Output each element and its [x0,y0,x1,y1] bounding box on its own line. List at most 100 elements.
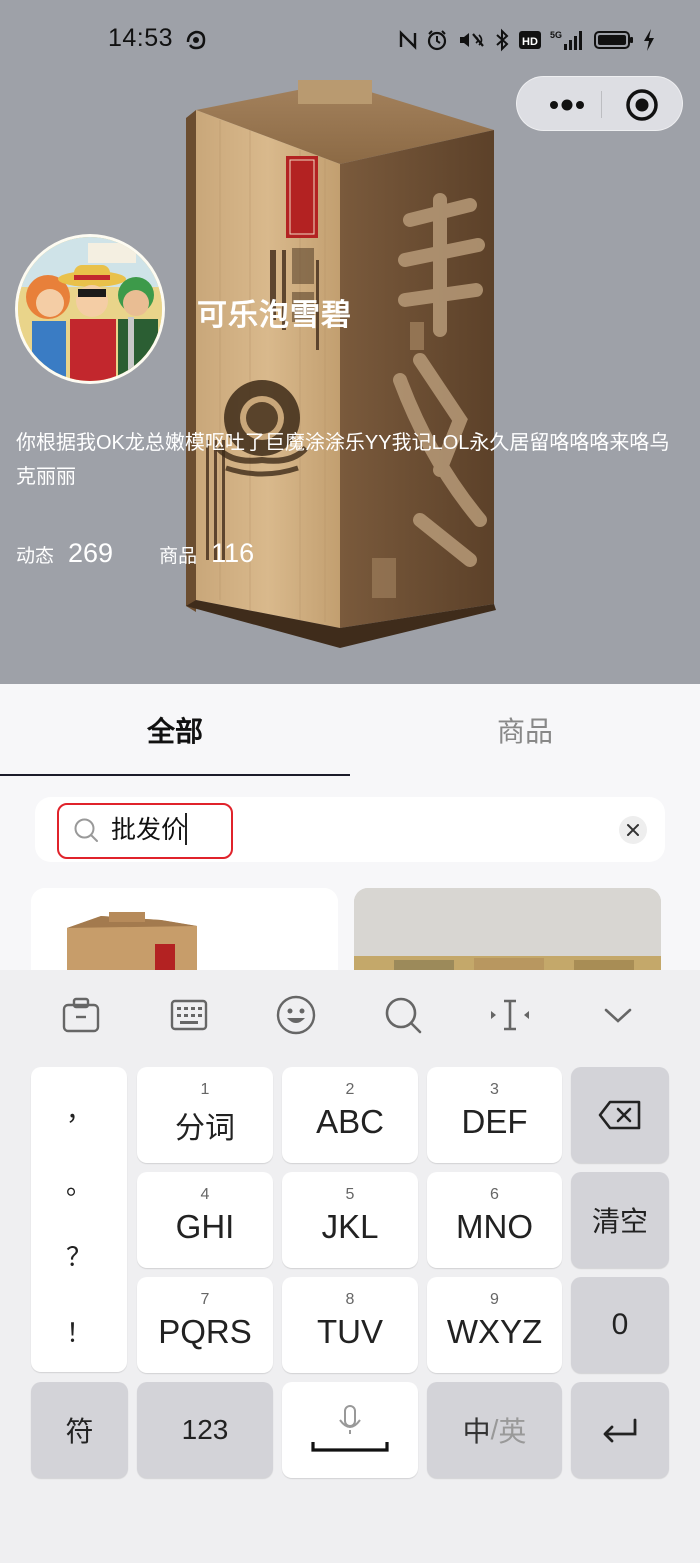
punct-key-exclaim[interactable]: ！ [31,1313,127,1350]
emoji-button[interactable] [273,992,319,1038]
more-button[interactable] [541,77,593,132]
product-card[interactable] [31,888,338,970]
text-cursor [185,813,187,845]
key-label: JKL [321,1208,379,1245]
clear-search-button[interactable] [619,816,647,844]
key-1[interactable]: 1 分词 [137,1067,273,1163]
key-5[interactable]: 5 JKL [282,1172,418,1268]
key-6[interactable]: 6 MNO [427,1172,562,1268]
key-0[interactable]: 0 [571,1277,669,1373]
space-key[interactable] [282,1382,418,1478]
search-bar: 批发价 [35,797,665,862]
keyboard-switch-button[interactable] [166,992,212,1038]
more-dots-icon [550,99,584,110]
close-button[interactable] [625,88,659,122]
key-label: DEF [461,1103,528,1140]
key-7[interactable]: 7 PQRS [137,1277,273,1373]
keyboard-icon [170,999,208,1031]
collapse-icon [604,1008,632,1023]
backspace-key-inner [571,1067,669,1163]
key-number: 2 [345,1081,355,1098]
search-icon [385,997,422,1034]
target-circle-icon [626,89,658,121]
status-icons: HD 5G [398,26,656,54]
zero-key-label: 0 [611,1308,629,1341]
tab-products[interactable]: 商品 [350,684,700,776]
keyboard-search-button[interactable] [380,992,426,1038]
avatar-image [18,237,162,381]
symbols-key[interactable]: 符 [31,1382,128,1478]
collapse-keyboard-button[interactable] [595,992,641,1038]
punct-key-period[interactable]: 。 [31,1165,127,1202]
search-input[interactable]: 批发价 [111,811,591,849]
5g-signal-icon: 5G [550,30,582,50]
clipboard-icon [62,997,100,1033]
shop-stats: 动态 269 商品 116 [16,538,300,578]
bluetooth-icon [496,28,509,52]
search-icon [74,818,98,842]
enter-key[interactable] [571,1382,669,1478]
avatar[interactable] [15,234,165,384]
key-3[interactable]: 3 DEF [427,1067,562,1163]
symbols-key-label: 符 [65,1416,94,1447]
key-number: 9 [490,1291,499,1308]
nfc-icon [399,30,417,50]
emoji-icon [276,995,316,1035]
svg-text:HD: HD [522,36,538,48]
stat-label-posts: 动态 [16,546,55,567]
key-label: ABC [316,1103,384,1140]
microphone-space-icon [311,1405,389,1452]
key-number: 3 [490,1081,499,1098]
key-number: 7 [200,1291,210,1308]
clear-key-label: 清空 [591,1206,648,1237]
punctuation-column: ， 。 ？ ！ [31,1067,127,1372]
key-8[interactable]: 8 TUV [282,1277,418,1373]
cursor-move-button[interactable] [487,992,533,1038]
key-number: 8 [345,1291,355,1308]
alarm-icon [427,30,447,51]
key-label: WXYZ [446,1313,543,1350]
key-number: 5 [345,1186,355,1203]
backspace-key[interactable] [571,1067,669,1163]
clipboard-button[interactable] [58,992,104,1038]
enter-key-inner [571,1382,669,1478]
close-icon [627,824,639,836]
key-number: 1 [200,1081,210,1098]
lang-sep: / [490,1414,499,1445]
svg-text:5G: 5G [550,30,562,40]
key-label: TUV [317,1313,383,1350]
stat-value-products[interactable]: 116 [211,538,254,569]
miniprogram-capsule [516,76,683,131]
key-label: MNO [456,1208,533,1245]
numbers-key[interactable]: 123 [137,1382,273,1478]
space-key-inner [282,1382,418,1478]
punct-key-comma[interactable]: ， [31,1091,127,1128]
keyboard-toolbar [0,970,700,1060]
key-label: 分词 [175,1112,235,1145]
language-switch-label: 中 / 英 [427,1382,562,1478]
clear-key[interactable]: 清空 [571,1172,669,1268]
product-thumbnail [354,888,661,970]
charging-icon [644,29,654,51]
backspace-icon [598,1100,641,1130]
language-switch-key[interactable]: 中 / 英 [427,1382,562,1478]
key-2[interactable]: 2 ABC [282,1067,418,1163]
key-label: PQRS [158,1313,252,1350]
punct-key-question[interactable]: ？ [31,1237,127,1274]
status-bar: 14:53 HD 5G [0,0,700,80]
numbers-key-label: 123 [181,1414,229,1445]
key-4[interactable]: 4 GHI [137,1172,273,1268]
ime-keyboard: ， 。 ？ ！ 1 分词 2 ABC 3 DEF 4 GHI 5 JKL 6 M… [0,970,700,1563]
stat-label-products: 商品 [159,546,198,567]
status-time: 14:53 [108,24,174,52]
mute-icon [460,33,484,47]
tab-all[interactable]: 全部 [0,684,350,776]
product-card[interactable] [354,888,661,970]
tab-bar: 全部 商品 [0,684,700,776]
key-9[interactable]: 9 WXYZ [427,1277,562,1373]
app-notification-icon [186,30,206,50]
capsule-divider [601,91,602,118]
key-number: 4 [200,1186,210,1203]
cursor-move-icon [491,999,529,1031]
stat-value-posts[interactable]: 269 [68,538,113,569]
